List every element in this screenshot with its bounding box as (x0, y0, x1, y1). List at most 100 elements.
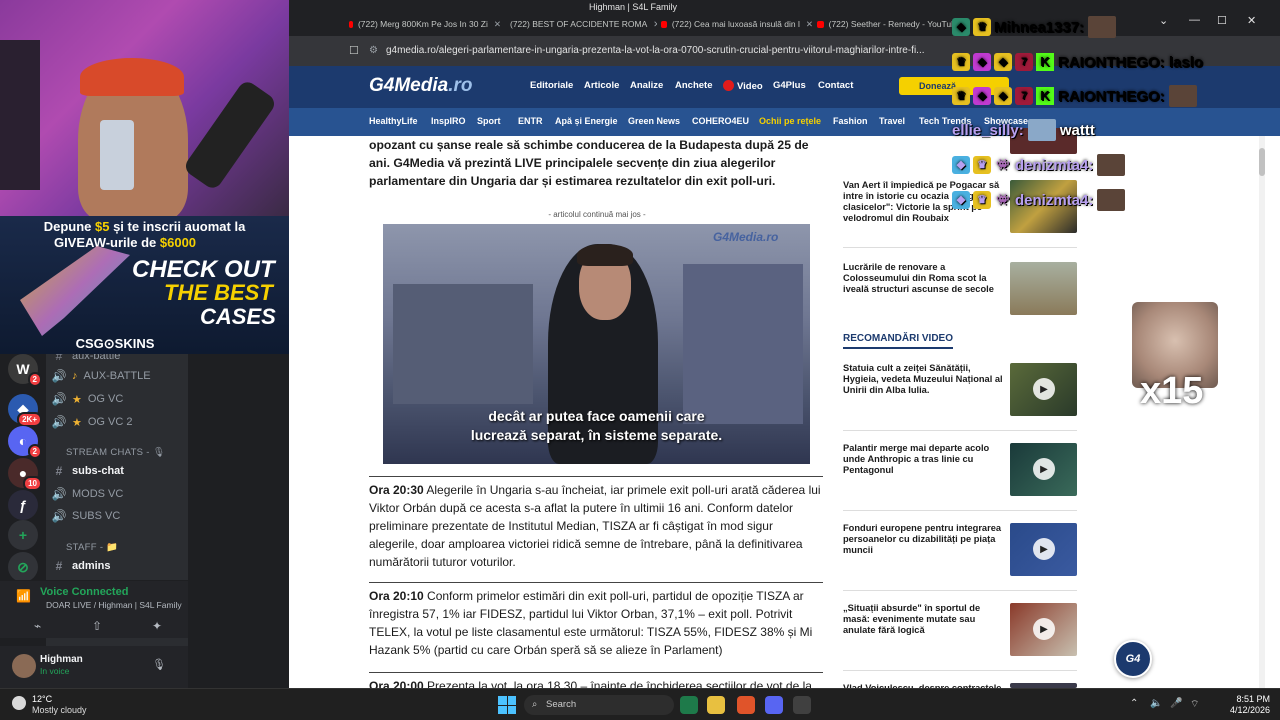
banner-headline: CASES (200, 304, 276, 329)
chat-message: ♛ ◆ ◆ 7 K RAIONTHEGO: laslo (952, 51, 1203, 73)
sponsor-banner: Depune $5 și te inscrii auomat la GIVEAW… (0, 216, 289, 354)
close-icon[interactable]: ✕ (653, 19, 657, 30)
scrollbar[interactable] (1259, 136, 1265, 688)
server-icon[interactable]: ◐ 2 (8, 426, 42, 459)
start-button[interactable] (498, 696, 516, 714)
subnav-item[interactable]: COHERO4EU (692, 116, 749, 126)
activities-icon[interactable]: ✦ (152, 619, 162, 633)
close-icon[interactable]: ✕ (806, 19, 813, 30)
wifi-icon[interactable]: ⌔ (1190, 698, 1199, 711)
user-panel: Highman In voice 🎙 (0, 646, 188, 688)
play-icon[interactable]: ▶ (1033, 378, 1055, 400)
nav-articole[interactable]: Articole (584, 80, 619, 91)
crown-icon: ♛ (952, 87, 970, 105)
browser-tab[interactable]: (722) BEST OF ACCIDENTE ROMA ✕ (505, 14, 657, 34)
subnav-item[interactable]: Green News (628, 116, 680, 126)
subnav-item[interactable]: Sport (477, 116, 501, 126)
star-icon: ★ (72, 393, 82, 406)
channel-mods-vc[interactable]: 🔊 MODS VC (50, 484, 184, 504)
sidebar-article-title: Lucrările de renovare a Colosseumului di… (843, 262, 994, 294)
video-title: Statuia cult a zeiței Sănătății, Hygieia… (843, 363, 1003, 395)
sponsor-logo: CSG⊙SKINS (75, 336, 155, 351)
browser-tab[interactable]: (722) Merg 800Km Pe Jos In 30 Zi ✕ (349, 14, 501, 34)
emote-icon (1088, 16, 1117, 38)
search-box[interactable]: ⌕ Search (524, 695, 674, 715)
chevron-up-icon[interactable]: ⌃ (1130, 698, 1138, 709)
avatar[interactable] (12, 654, 36, 678)
microphone-icon[interactable]: 🎤 (1170, 698, 1182, 709)
app-icon[interactable] (793, 696, 811, 714)
text-channel-icon: # (55, 559, 63, 573)
cloud-icon (12, 696, 26, 710)
kick-icon: K (1036, 87, 1054, 105)
emote-icon (1097, 189, 1126, 211)
subnav-item[interactable]: HealthyLife (369, 116, 418, 126)
noise-suppression-icon[interactable]: ⌁ (34, 619, 41, 633)
server-icon[interactable]: ◆ 2K+ (8, 394, 42, 427)
subnav-item[interactable]: Fashion (833, 116, 868, 126)
subnav-item[interactable]: ENTR (518, 116, 543, 126)
voice-status: Voice Connected (40, 586, 129, 598)
category-stream-chats[interactable]: STREAM CHATS - 🎙 (66, 447, 165, 458)
channel-aux-battle-voice[interactable]: 🔊 ♪ AUX-BATTLE (50, 366, 184, 386)
channel-subs-chat[interactable]: # subs-chat (50, 461, 184, 481)
url-field[interactable]: ⚙ g4media.ro/alegeri-parlamentare-in-unga… (369, 41, 929, 61)
play-icon[interactable]: ▶ (1033, 538, 1055, 560)
app-icon[interactable] (680, 696, 698, 714)
subnav-item[interactable]: Travel (879, 116, 905, 126)
site-info-icon[interactable]: ⚙ (369, 45, 378, 56)
microphone-icon[interactable]: 🎙 (152, 658, 166, 671)
play-icon[interactable]: ▶ (1033, 458, 1055, 480)
folder-icon[interactable] (707, 696, 725, 714)
nav-contact[interactable]: Contact (818, 80, 853, 91)
channel-admins[interactable]: # admins (50, 556, 184, 576)
server-icon[interactable]: ƒ (8, 490, 38, 520)
discover-icon[interactable]: ⊘ (8, 552, 38, 582)
badge-icon: 7 (1015, 87, 1033, 105)
brave-icon[interactable] (737, 696, 755, 714)
nav-video[interactable]: Video (723, 80, 763, 92)
nav-analize[interactable]: Analize (630, 80, 663, 91)
entry-time: Ora 20:10 (369, 589, 424, 603)
badge-icon: 7 (1015, 53, 1033, 71)
nav-anchete[interactable]: Anchete (675, 80, 712, 91)
subnav-item[interactable]: InspIRO (431, 116, 466, 126)
channel-subs-vc[interactable]: 🔊 SUBS VC (50, 506, 184, 526)
speaker-icon: 🔊 (51, 392, 67, 406)
category-staff[interactable]: STAFF - 📁 (66, 542, 118, 553)
server-icon[interactable]: ● 10 (8, 458, 42, 491)
channel-og-vc-2[interactable]: 🔊 ★ OG VC 2 (50, 412, 184, 432)
discord-icon[interactable] (765, 696, 783, 714)
video-title: Fonduri europene pentru integrarea perso… (843, 523, 1002, 555)
nav-g4plus[interactable]: G4Plus (773, 80, 806, 91)
entry-text: Alegerile în Ungaria s-au încheiat, iar … (369, 483, 821, 569)
clock[interactable]: 8:51 PM 4/12/2026 (1222, 694, 1270, 716)
nav-editoriale[interactable]: Editoriale (530, 80, 573, 91)
server-icon[interactable]: W2 (8, 354, 42, 387)
chat-message: ◆ ♛ 👾 denizmta4: (952, 189, 1126, 211)
live-entry: Ora 20:30 Alegerile în Ungaria s-au înch… (369, 476, 823, 571)
browser-tab[interactable]: (722) Seether - Remedy - YouTub✕ (817, 14, 969, 34)
banner-line: Depune $5 și te inscrii auomat la (43, 219, 246, 234)
play-icon[interactable]: ▶ (1033, 618, 1055, 640)
browser-tab[interactable]: (722) Cea mai luxoasă insulă din l ✕ (661, 14, 813, 34)
subnav-item[interactable]: Apă și Energie (555, 116, 618, 126)
subnav-item[interactable]: Ochii pe rețele (759, 116, 821, 126)
youtube-icon (817, 20, 824, 28)
channel-og-vc[interactable]: 🔊 ★ OG VC (50, 389, 184, 409)
g4-floating-button[interactable]: G4 (1114, 640, 1152, 678)
crown-icon: ♛ (973, 191, 991, 209)
close-icon[interactable]: ✕ (494, 19, 501, 30)
badge-icon: ◆ (973, 53, 991, 71)
divider (843, 590, 1077, 591)
bookmark-icon[interactable]: ☐ (349, 44, 359, 57)
screen-share-icon[interactable]: ⇧ (92, 619, 102, 633)
voice-channel-name[interactable]: DOAR LIVE / Highman | S4L Family (46, 600, 182, 610)
speaker-icon[interactable]: 🔈 (1150, 698, 1162, 709)
divider (843, 247, 1077, 248)
add-server-icon[interactable]: + (8, 520, 38, 550)
site-logo[interactable]: G4Media.ro (369, 75, 472, 97)
video-player[interactable]: G4Media.ro decât ar putea face oamenii c… (383, 224, 810, 464)
youtube-icon (349, 20, 353, 28)
signal-icon[interactable]: 📶 (16, 589, 31, 603)
